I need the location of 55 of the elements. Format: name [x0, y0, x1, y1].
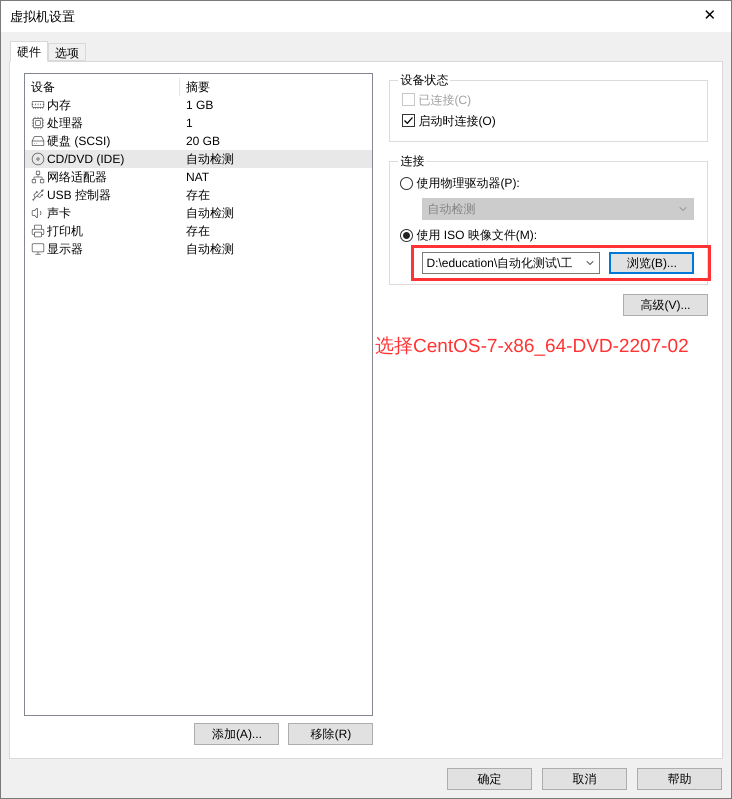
printer-icon [31, 224, 45, 238]
checkbox[interactable]: 启动时连接(O) [402, 110, 695, 131]
tab[interactable]: 硬件 [10, 41, 48, 62]
device-name: 处理器 [47, 115, 83, 132]
device-name: 显示器 [47, 241, 83, 258]
device-row[interactable]: 显示器 自动检测 [25, 240, 372, 258]
advanced-button[interactable]: 高级(V)... [623, 294, 708, 316]
device-summary: NAT [185, 169, 210, 186]
iso-path-dropdown[interactable]: D:\education\自动化测试\工 [422, 252, 600, 274]
device-row[interactable]: CD/DVD (IDE) 自动检测 [25, 150, 372, 168]
device-summary: 自动检测 [185, 151, 234, 168]
memory-icon [31, 98, 45, 112]
device-row[interactable]: 处理器 1 [25, 114, 372, 132]
device-name: USB 控制器 [47, 187, 112, 204]
device-summary: 自动检测 [185, 205, 234, 222]
device-name: CD/DVD (IDE) [47, 151, 124, 168]
device-summary: 20 GB [185, 133, 220, 150]
add-button[interactable]: 添加(A)... [194, 723, 280, 745]
device-row[interactable]: USB 控制器 存在 [25, 186, 372, 204]
chip-icon [31, 116, 45, 130]
device-name: 内存 [47, 97, 71, 114]
device-name: 声卡 [47, 205, 71, 222]
browse-button[interactable]: 浏览(B)... [609, 252, 694, 274]
drive-icon [31, 134, 45, 148]
network-icon [31, 170, 45, 184]
device-name: 打印机 [47, 223, 83, 240]
column-header[interactable]: 设备 [25, 78, 180, 96]
window-title: 虚拟机设置 [10, 8, 75, 26]
annotation-text: 选择CentOS-7-x86_64-DVD-2207-02 [375, 335, 689, 359]
device-row[interactable]: 硬盘 (SCSI) 20 GB [25, 132, 372, 150]
device-row[interactable]: 声卡 自动检测 [25, 204, 372, 222]
radio-button[interactable]: 使用 ISO 映像文件(M): [400, 224, 697, 246]
cancel-button[interactable]: 取消 [542, 768, 627, 790]
device-name: 硬盘 (SCSI) [47, 133, 110, 150]
disc-icon [31, 152, 45, 166]
device-summary: 1 [185, 115, 193, 132]
group-title: 连接 [399, 153, 426, 170]
device-name: 网络适配器 [47, 169, 107, 186]
remove-button[interactable]: 移除(R) [288, 723, 374, 745]
tab[interactable]: 选项 [48, 43, 86, 61]
device-row[interactable]: 网络适配器 NAT [25, 168, 372, 186]
checkmark-icon [403, 115, 414, 126]
monitor-icon [31, 242, 45, 256]
close-button[interactable]: ✕ [698, 5, 722, 28]
device-row[interactable]: 内存 1 GB [25, 96, 372, 114]
help-button[interactable]: 帮助 [637, 768, 722, 790]
device-summary: 1 GB [185, 97, 214, 114]
device-summary: 存在 [185, 223, 210, 240]
device-row[interactable]: 打印机 存在 [25, 222, 372, 240]
ok-button[interactable]: 确定 [447, 768, 532, 790]
device-summary: 自动检测 [185, 241, 234, 258]
device-summary: 存在 [185, 187, 210, 204]
group-title: 设备状态 [399, 72, 450, 89]
column-header[interactable]: 摘要 [180, 78, 372, 96]
usb-icon [31, 188, 45, 202]
